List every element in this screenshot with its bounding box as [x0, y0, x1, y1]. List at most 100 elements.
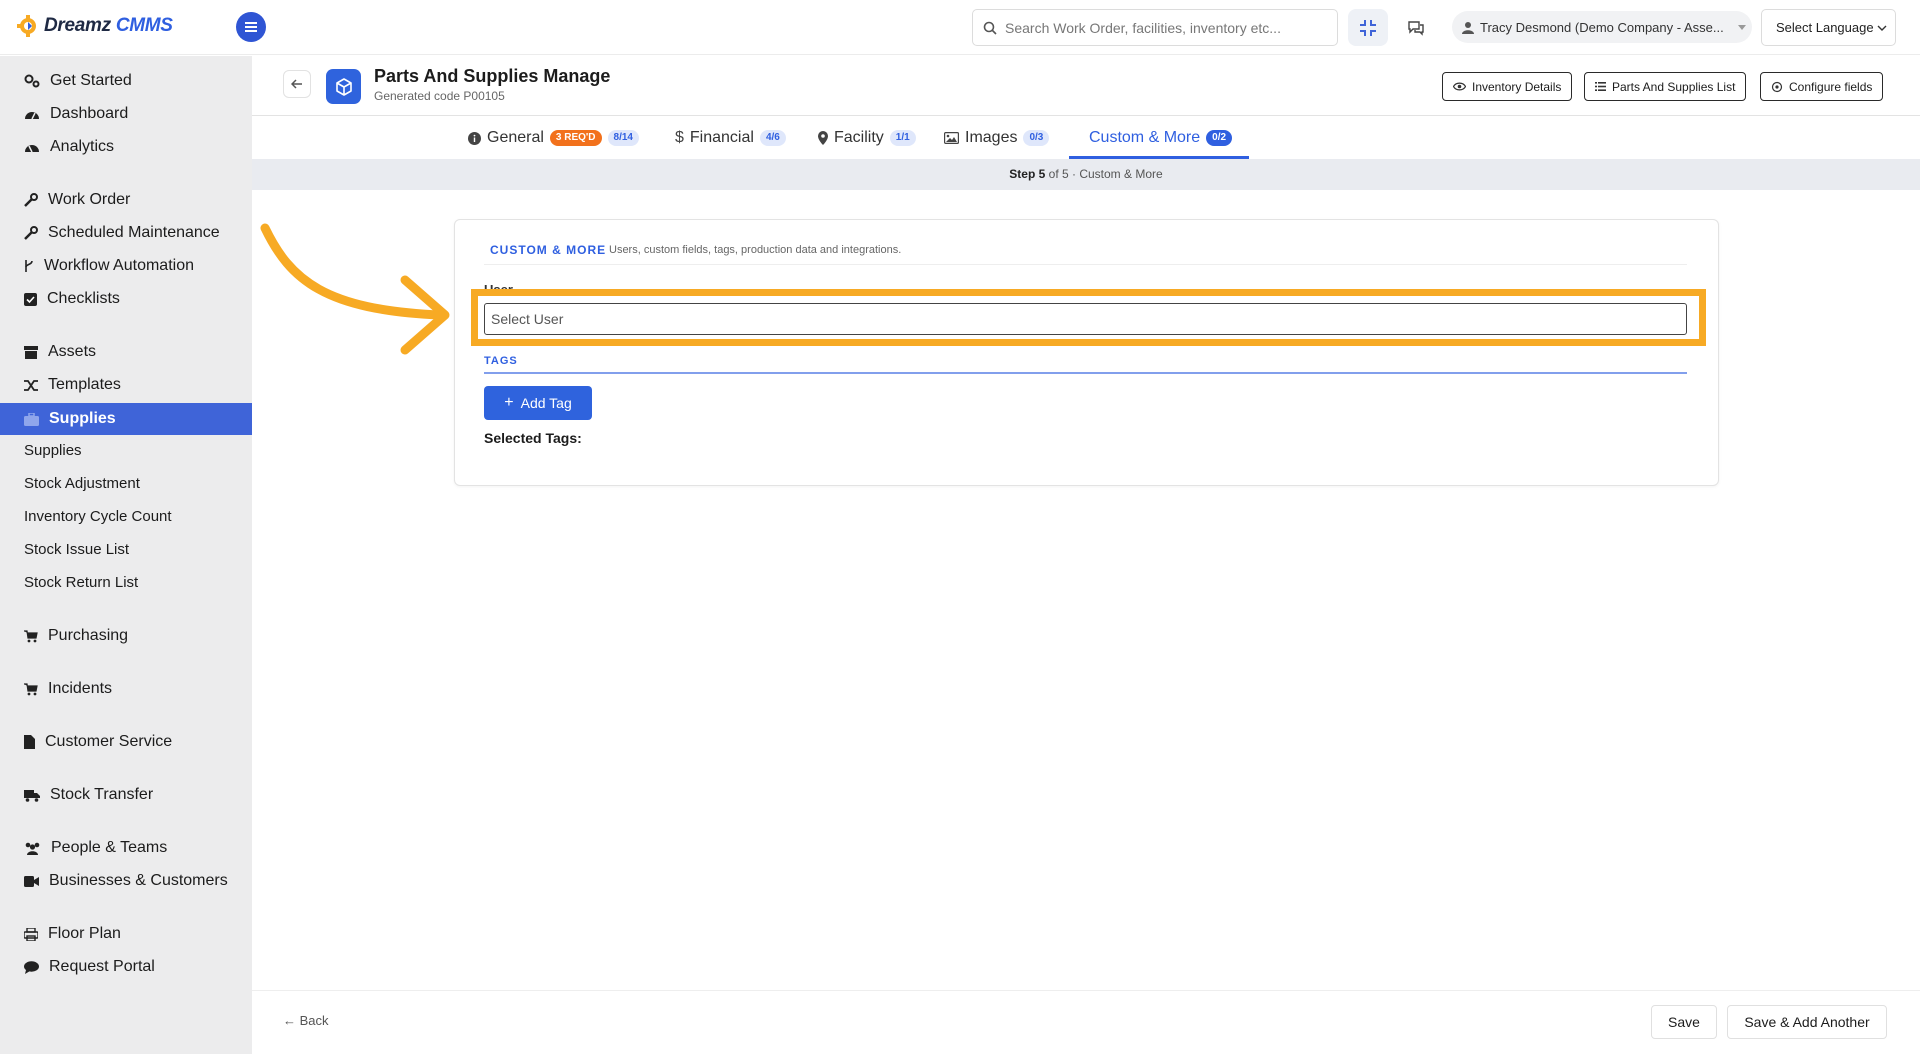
global-search[interactable] [972, 9, 1338, 46]
printer-icon [24, 927, 38, 941]
search-icon [983, 21, 997, 35]
dollar-icon: $ [675, 129, 684, 146]
sidebar-subitem-stock-adjustment[interactable]: Stock Adjustment [0, 468, 252, 498]
save-button[interactable]: Save [1651, 1005, 1717, 1039]
page-subtitle: Generated code P00105 [374, 89, 505, 103]
user-name: Tracy Desmond (Demo Company - Asse... [1480, 19, 1724, 35]
sidebar-item-workflow-automation[interactable]: Workflow Automation [0, 250, 252, 282]
sidebar-item-request-portal[interactable]: Request Portal [0, 951, 252, 983]
sidebar-item-label: Businesses & Customers [49, 872, 228, 889]
tab-images[interactable]: Images 0/3 [944, 117, 1050, 159]
sidebar-item-analytics[interactable]: Analytics [0, 131, 252, 163]
step-number: Step 5 [1009, 167, 1046, 181]
sidebar-item-templates[interactable]: Templates [0, 369, 252, 401]
sidebar-item-customer-service[interactable]: Customer Service [0, 726, 252, 758]
tab-general[interactable]: General 3 REQ'D 8/14 [468, 117, 639, 159]
selected-tags-label: Selected Tags: [484, 430, 582, 446]
map-pin-icon [818, 131, 828, 145]
app-logo[interactable]: Dreamz CMMS [16, 14, 173, 38]
arrow-left-icon [291, 79, 302, 89]
language-label: Select Language [1776, 20, 1874, 35]
page-title: Parts And Supplies Manage [374, 66, 611, 86]
gears-icon [24, 74, 40, 88]
step-description: of 5 · Custom & More [1048, 167, 1163, 181]
sidebar-item-floor-plan[interactable]: Floor Plan [0, 918, 252, 950]
checkbox-icon [24, 292, 37, 306]
back-link[interactable]: ← Back [283, 1013, 329, 1028]
count-badge: 0/2 [1206, 130, 1233, 146]
sidebar-item-people-teams[interactable]: People & Teams [0, 832, 252, 864]
settings-icon [1771, 81, 1783, 92]
sidebar-item-label: Scheduled Maintenance [48, 224, 220, 241]
tab-financial[interactable]: $ Financial 4/6 [675, 117, 786, 159]
sidebar-item-businesses-customers[interactable]: Businesses & Customers [0, 865, 252, 897]
sidebar-item-label: People & Teams [51, 839, 168, 856]
section-title: CUSTOM & MORE [490, 243, 607, 257]
sidebar-subitem-stock-issue-list[interactable]: Stock Issue List [0, 534, 252, 564]
configure-fields-button[interactable]: Configure fields [1760, 72, 1884, 101]
scan-button[interactable] [1348, 9, 1388, 46]
sidebar-item-checklists[interactable]: Checklists [0, 283, 252, 315]
sidebar-item-stock-transfer[interactable]: Stock Transfer [0, 779, 252, 811]
sidebar-subitem-inventory-cycle-count[interactable]: Inventory Cycle Count [0, 501, 252, 531]
sidebar-item-purchasing[interactable]: Purchasing [0, 620, 252, 652]
count-badge: 0/3 [1023, 130, 1050, 146]
menu-icon [245, 22, 257, 32]
section-divider [484, 264, 1687, 265]
sidebar-item-label: Analytics [50, 138, 115, 155]
cart-icon [24, 629, 38, 642]
chevron-down-icon [1877, 25, 1887, 31]
sidebar-item-label: Stock Transfer [50, 786, 154, 803]
add-tag-label: Add Tag [520, 395, 572, 411]
sidebar-item-get-started[interactable]: Get Started [0, 65, 252, 97]
add-tag-button[interactable]: + Add Tag [484, 386, 592, 420]
tab-label: Financial [689, 129, 754, 146]
sidebar-item-scheduled-maintenance[interactable]: Scheduled Maintenance [0, 217, 252, 249]
tab-custom-more[interactable]: Custom & More 0/2 [1089, 117, 1233, 159]
sidebar-item-label: Floor Plan [48, 925, 121, 942]
truck-icon [24, 789, 40, 802]
configure-fields-label: Configure fields [1789, 79, 1873, 94]
arrow-left-icon: ← [283, 1013, 296, 1028]
count-badge: 4/6 [759, 130, 786, 146]
parts-supplies-list-label: Parts And Supplies List [1612, 79, 1736, 94]
plus-icon: + [504, 394, 514, 411]
sidebar-item-label: Checklists [47, 290, 120, 307]
image-icon [944, 132, 959, 144]
user-menu[interactable]: Tracy Desmond (Demo Company - Asse... [1452, 11, 1752, 43]
chat-icon [1408, 20, 1424, 36]
tags-divider [484, 372, 1687, 374]
language-select[interactable]: Select Language [1761, 9, 1896, 46]
briefcase-icon [24, 412, 39, 426]
sidebar-item-incidents[interactable]: Incidents [0, 673, 252, 705]
users-icon [25, 842, 40, 855]
sidebar-subitem-supplies[interactable]: Supplies [0, 435, 252, 465]
inventory-details-label: Inventory Details [1472, 79, 1562, 94]
back-arrow-button[interactable] [283, 70, 311, 98]
save-add-another-button[interactable]: Save & Add Another [1727, 1005, 1887, 1039]
menu-toggle-button[interactable] [236, 12, 266, 42]
tab-label: Custom & More [1089, 129, 1201, 146]
sidebar-item-label: Work Order [48, 191, 131, 208]
parts-supplies-list-button[interactable]: Parts And Supplies List [1584, 72, 1747, 101]
page-icon [326, 69, 361, 104]
chat-button[interactable] [1396, 9, 1436, 46]
tab-label: Facility [834, 129, 884, 146]
sidebar-item-dashboard[interactable]: Dashboard [0, 98, 252, 130]
sidebar-item-assets[interactable]: Assets [0, 336, 252, 368]
eye-icon [1453, 82, 1466, 91]
cube-icon [335, 77, 352, 96]
scan-icon [1360, 19, 1376, 36]
count-badge: 1/1 [889, 130, 916, 146]
tab-facility[interactable]: Facility 1/1 [818, 117, 916, 159]
search-input[interactable] [1005, 19, 1325, 36]
cart-icon [24, 682, 38, 695]
sidebar-subitem-stock-return-list[interactable]: Stock Return List [0, 567, 252, 597]
video-icon [24, 875, 39, 887]
sidebar-item-work-order[interactable]: Work Order [0, 184, 252, 216]
required-badge: 3 REQ'D [549, 130, 602, 146]
sidebar-item-label: Get Started [50, 72, 132, 89]
inventory-details-button[interactable]: Inventory Details [1442, 72, 1573, 101]
sidebar-item-supplies[interactable]: Supplies [0, 403, 252, 435]
tab-label: Images [965, 129, 1018, 146]
